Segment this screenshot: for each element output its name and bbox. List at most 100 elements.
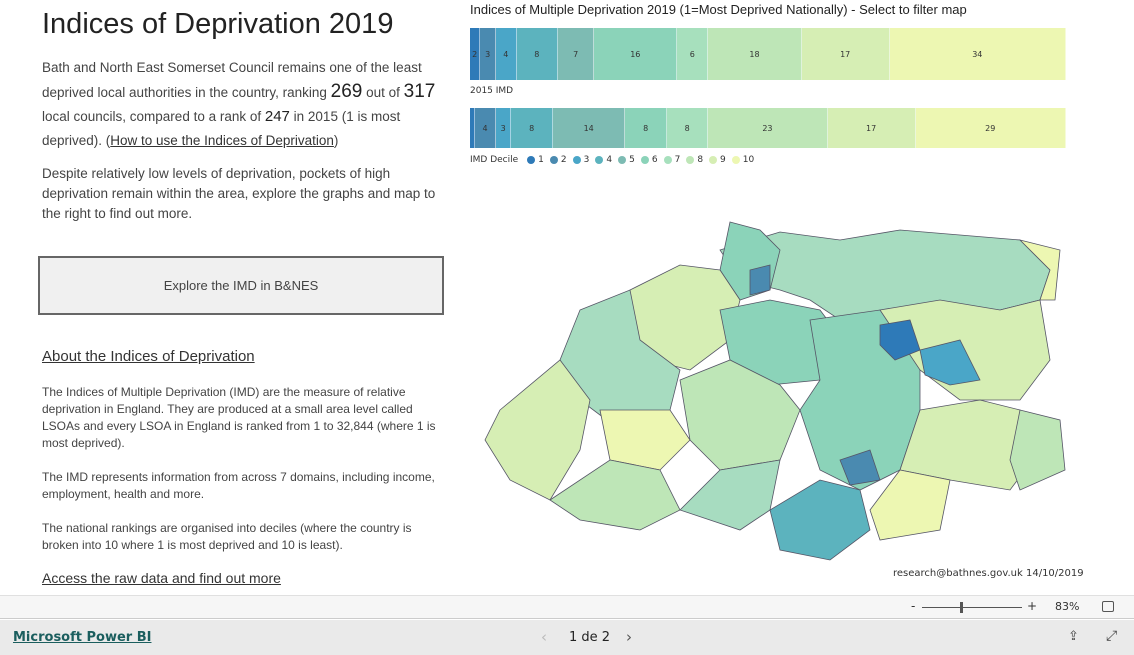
bar-segment-decile-2[interactable]: 3 bbox=[480, 28, 496, 80]
intro-c: local councils, compared to a rank of bbox=[42, 109, 265, 124]
segment-value-label: 29 bbox=[985, 123, 996, 133]
zoom-level: 83% bbox=[1055, 600, 1080, 613]
powerbi-link[interactable]: Microsoft Power BI bbox=[13, 630, 151, 645]
map-area bbox=[769, 479, 871, 561]
legend-label-3[interactable]: 3 bbox=[584, 155, 590, 165]
bar-segment-decile-7[interactable]: 6 bbox=[677, 28, 709, 80]
legend-dot-2[interactable] bbox=[549, 156, 558, 164]
segment-value-label: 34 bbox=[972, 49, 983, 59]
zoom-bar: - + 83% bbox=[0, 595, 1134, 619]
legend-dot-7[interactable] bbox=[663, 156, 672, 164]
page-indicator: 1 de 2 bbox=[569, 630, 611, 645]
legend: IMD Decile 1 2 3 4 5 6 7 8 9 10 bbox=[470, 155, 754, 165]
next-page-icon[interactable]: › bbox=[626, 628, 632, 646]
howto-link[interactable]: How to use the Indices of Deprivation bbox=[110, 133, 334, 148]
bar-segment-decile-1[interactable]: 2 bbox=[470, 28, 481, 80]
bar-2015[interactable]: 4 3 8 14 8 8 23 17 29 bbox=[470, 108, 1066, 148]
intro-b: out of bbox=[362, 85, 404, 100]
intro-text: Bath and North East Somerset Council rem… bbox=[42, 56, 442, 153]
bar-segment-decile-10[interactable]: 29 bbox=[915, 108, 1066, 148]
legend-label-10[interactable]: 10 bbox=[743, 155, 754, 165]
rank-2015: 247 bbox=[264, 108, 290, 125]
bar-segment-decile-8[interactable]: 23 bbox=[708, 108, 828, 148]
segment-value-label: 3 bbox=[500, 123, 506, 133]
legend-label-6[interactable]: 6 bbox=[652, 155, 658, 165]
share-icon[interactable]: ⇪ bbox=[1068, 629, 1079, 644]
segment-value-label: 18 bbox=[749, 49, 760, 59]
footer: Microsoft Power BI ‹ 1 de 2 › ⇪ ⤢ bbox=[0, 620, 1134, 655]
fullscreen-icon[interactable]: ⤢ bbox=[1106, 628, 1117, 644]
legend-dot-3[interactable] bbox=[572, 156, 581, 164]
intro-e: ) bbox=[333, 133, 339, 148]
bar-segment-decile-2[interactable]: 4 bbox=[475, 108, 496, 148]
bar-segment-decile-3[interactable]: 4 bbox=[495, 28, 517, 80]
legend-dot-9[interactable] bbox=[709, 156, 718, 164]
segment-value-label: 4 bbox=[503, 49, 509, 59]
map-area bbox=[549, 459, 681, 531]
bar-segment-decile-9[interactable]: 17 bbox=[827, 108, 916, 148]
legend-label-2[interactable]: 2 bbox=[561, 155, 567, 165]
legend-label-1[interactable]: 1 bbox=[538, 155, 544, 165]
rank-2019: 269 bbox=[330, 81, 363, 102]
about-para-1: The Indices of Multiple Deprivation (IMD… bbox=[42, 385, 436, 450]
map-area bbox=[749, 264, 771, 296]
zoom-slider[interactable] bbox=[922, 602, 1022, 613]
segment-value-label: 17 bbox=[840, 49, 851, 59]
zoom-out-button[interactable]: - bbox=[911, 599, 915, 613]
about-para-3: The national rankings are organised into… bbox=[42, 521, 412, 552]
legend-title: IMD Decile bbox=[470, 155, 519, 165]
segment-value-label: 4 bbox=[482, 123, 488, 133]
map-area bbox=[484, 359, 591, 501]
legend-label-7[interactable]: 7 bbox=[675, 155, 681, 165]
legend-dot-4[interactable] bbox=[595, 156, 604, 164]
segment-value-label: 7 bbox=[573, 49, 579, 59]
legend-dot-6[interactable] bbox=[640, 156, 649, 164]
segment-value-label: 8 bbox=[684, 123, 690, 133]
legend-label-5[interactable]: 5 bbox=[629, 155, 635, 165]
segment-value-label: 8 bbox=[534, 49, 540, 59]
legend-label-8[interactable]: 8 bbox=[697, 155, 703, 165]
bar-segment-decile-9[interactable]: 17 bbox=[801, 28, 890, 80]
segment-value-label: 8 bbox=[529, 123, 535, 133]
legend-dot-5[interactable] bbox=[618, 156, 627, 164]
bar-segment-decile-5[interactable]: 14 bbox=[552, 108, 626, 148]
legend-label-9[interactable]: 9 bbox=[720, 155, 726, 165]
deprivation-map[interactable] bbox=[480, 210, 1070, 570]
fit-page-icon[interactable] bbox=[1102, 601, 1114, 612]
bar-segment-decile-8[interactable]: 18 bbox=[708, 28, 802, 80]
explore-button[interactable]: Explore the IMD in B&NES bbox=[38, 256, 444, 315]
zoom-slider-thumb[interactable] bbox=[960, 602, 963, 613]
bar-segment-decile-7[interactable]: 8 bbox=[666, 108, 709, 148]
page-title: Indices of Deprivation 2019 bbox=[42, 8, 394, 40]
prev-page-icon[interactable]: ‹ bbox=[541, 628, 547, 646]
map-area bbox=[869, 469, 951, 541]
about-para-2: The IMD represents information from acro… bbox=[42, 470, 435, 501]
bar-segment-decile-6[interactable]: 8 bbox=[625, 108, 667, 148]
map-area bbox=[679, 459, 781, 531]
bar-segment-decile-3[interactable]: 3 bbox=[495, 108, 512, 148]
segment-value-label: 6 bbox=[689, 49, 695, 59]
segment-value-label: 16 bbox=[630, 49, 641, 59]
zoom-in-button[interactable]: + bbox=[1027, 599, 1037, 613]
total-councils: 317 bbox=[403, 81, 436, 102]
segment-value-label: 8 bbox=[643, 123, 649, 133]
raw-data-link[interactable]: Access the raw data and find out more bbox=[42, 570, 281, 586]
segment-value-label: 3 bbox=[485, 49, 491, 59]
map-area bbox=[1009, 409, 1066, 491]
segment-value-label: 17 bbox=[865, 123, 877, 133]
bar-segment-decile-6[interactable]: 16 bbox=[594, 28, 678, 80]
bar-2019[interactable]: 2 3 4 8 7 16 6 18 17 34 bbox=[470, 28, 1066, 80]
segment-value-label: 2 bbox=[472, 49, 478, 59]
bar-segment-decile-10[interactable]: 34 bbox=[889, 28, 1066, 80]
chart-title: Indices of Multiple Deprivation 2019 (1=… bbox=[470, 2, 967, 17]
bar-segment-decile-5[interactable]: 7 bbox=[558, 28, 595, 80]
legend-label-4[interactable]: 4 bbox=[606, 155, 612, 165]
bar-segment-decile-4[interactable]: 8 bbox=[511, 108, 553, 148]
legend-dot-1[interactable] bbox=[527, 156, 536, 164]
segment-value-label: 14 bbox=[583, 123, 594, 133]
legend-dot-10[interactable] bbox=[731, 156, 740, 164]
about-heading: About the Indices of Deprivation bbox=[42, 348, 255, 365]
segment-value-label: 23 bbox=[762, 123, 773, 133]
bar-segment-decile-4[interactable]: 8 bbox=[516, 28, 559, 80]
legend-dot-8[interactable] bbox=[686, 156, 695, 164]
